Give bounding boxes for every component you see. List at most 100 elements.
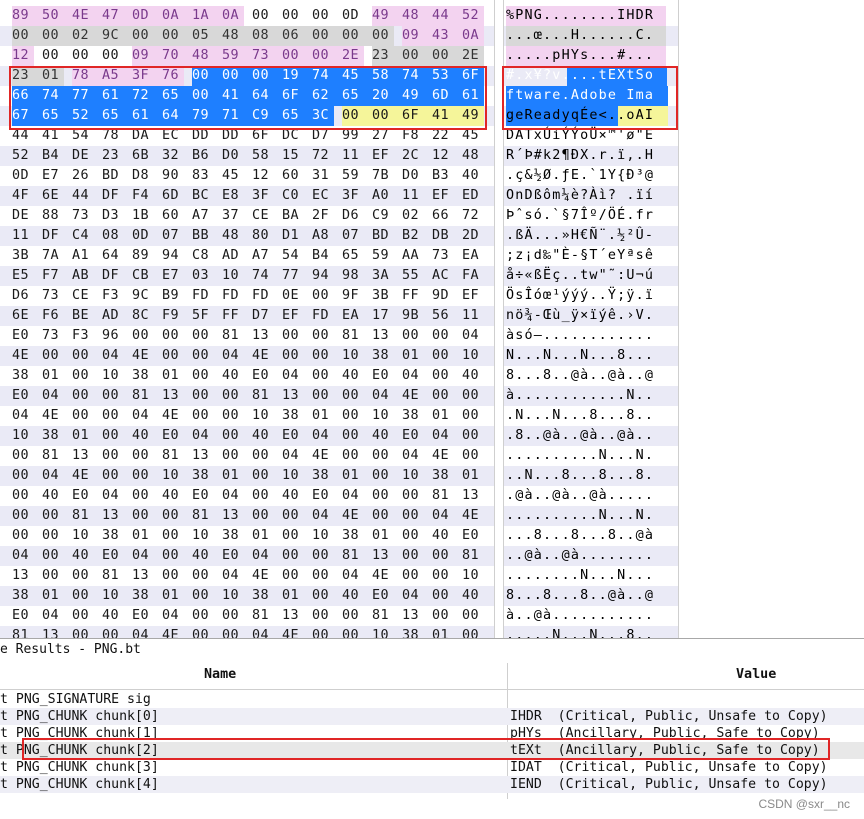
hex-byte[interactable]: 66 bbox=[432, 206, 454, 226]
hex-byte[interactable]: 38 bbox=[222, 526, 244, 546]
hex-byte[interactable]: 81 bbox=[432, 486, 454, 506]
hex-byte[interactable]: 00 bbox=[162, 346, 184, 366]
hex-byte[interactable]: 00 bbox=[432, 546, 454, 566]
hex-byte[interactable]: 0D bbox=[12, 166, 34, 186]
hex-byte[interactable]: 4E bbox=[252, 346, 274, 366]
hex-byte[interactable]: 4E bbox=[12, 346, 34, 366]
hex-byte[interactable]: BA bbox=[282, 206, 304, 226]
hex-byte[interactable]: 40 bbox=[192, 546, 214, 566]
hex-byte[interactable]: 13 bbox=[372, 546, 394, 566]
hex-byte[interactable]: 00 bbox=[132, 466, 154, 486]
hex-byte[interactable]: 38 bbox=[432, 466, 454, 486]
hex-byte[interactable]: 00 bbox=[282, 546, 304, 566]
hex-byte[interactable]: FD bbox=[222, 286, 244, 306]
hex-byte[interactable]: BD bbox=[102, 166, 124, 186]
hex-byte[interactable]: 4E bbox=[162, 626, 184, 638]
hex-byte[interactable]: 00 bbox=[132, 26, 162, 46]
hex-byte[interactable]: 00 bbox=[132, 326, 154, 346]
hex-byte[interactable]: D0 bbox=[222, 146, 244, 166]
ascii-text[interactable]: à............N.. bbox=[506, 386, 654, 406]
hex-byte[interactable]: 81 bbox=[42, 446, 64, 466]
hex-byte[interactable]: D8 bbox=[132, 166, 154, 186]
ascii-text[interactable]: OnDßôm¼è?Àì? .ïí bbox=[506, 186, 654, 206]
hex-byte[interactable]: 10 bbox=[72, 526, 94, 546]
hex-byte[interactable]: 7B bbox=[372, 166, 394, 186]
hex-byte[interactable]: E0 bbox=[72, 486, 94, 506]
hex-byte[interactable]: 00 bbox=[222, 406, 244, 426]
hex-byte[interactable]: 00 bbox=[312, 286, 334, 306]
hex-byte[interactable]: 59 bbox=[342, 166, 364, 186]
hex-byte[interactable]: 00 bbox=[162, 526, 184, 546]
hex-byte[interactable]: 00 bbox=[132, 446, 154, 466]
hex-byte[interactable]: 73 bbox=[252, 46, 282, 66]
hex-byte[interactable]: 48 bbox=[462, 146, 484, 166]
hex-byte[interactable]: 00 bbox=[402, 566, 424, 586]
hex-byte[interactable]: 0D bbox=[342, 6, 364, 26]
hex-byte[interactable]: 01 bbox=[42, 586, 64, 606]
hex-byte[interactable]: DB bbox=[432, 226, 454, 246]
hex-byte[interactable]: 77 bbox=[282, 266, 304, 286]
hex-byte[interactable]: 0A bbox=[462, 26, 484, 46]
hex-byte[interactable]: AD bbox=[102, 306, 124, 326]
hex-byte[interactable]: 81 bbox=[72, 506, 94, 526]
hex-byte[interactable]: 58 bbox=[252, 146, 274, 166]
ascii-text[interactable]: Þˆsó.`§7Îº/ÖÉ.fr bbox=[506, 206, 654, 226]
hex-byte[interactable]: 40 bbox=[462, 166, 484, 186]
hex-byte[interactable]: 10 bbox=[312, 526, 334, 546]
hex-byte[interactable]: D3 bbox=[102, 206, 124, 226]
hex-byte[interactable]: 00 bbox=[282, 46, 312, 66]
hex-byte[interactable]: 10 bbox=[342, 346, 364, 366]
hex-byte[interactable]: 55 bbox=[402, 266, 424, 286]
hex-byte[interactable]: 00 bbox=[432, 606, 454, 626]
hex-byte[interactable]: 4E bbox=[312, 446, 334, 466]
hex-byte[interactable]: E0 bbox=[192, 486, 214, 506]
hex-byte[interactable]: 40 bbox=[162, 486, 184, 506]
hex-byte[interactable]: 00 bbox=[42, 566, 64, 586]
hex-byte[interactable]: 00 bbox=[312, 346, 334, 366]
hex-byte[interactable]: 10 bbox=[192, 526, 214, 546]
hex-byte[interactable]: 00 bbox=[342, 446, 364, 466]
hex-byte[interactable]: 47 bbox=[102, 6, 132, 26]
hex-byte[interactable]: A1 bbox=[72, 246, 94, 266]
hex-byte[interactable]: 00 bbox=[402, 546, 424, 566]
hex-byte[interactable]: 01 bbox=[132, 526, 154, 546]
hex-byte[interactable]: 40 bbox=[102, 606, 124, 626]
hex-byte[interactable]: AD bbox=[222, 246, 244, 266]
hex-byte[interactable]: 00 bbox=[192, 606, 214, 626]
hex-editor-pane[interactable]: 89 50 4E 47 0D 0A 1A 0A 00 00 00 0D 49 48 44 52 %PNG....… bbox=[0, 0, 864, 638]
hex-byte[interactable]: 13 bbox=[252, 326, 274, 346]
hex-byte[interactable]: 00 bbox=[312, 566, 334, 586]
hex-byte[interactable]: 00 bbox=[222, 386, 244, 406]
hex-byte[interactable]: 08 bbox=[102, 226, 124, 246]
hex-byte[interactable]: 04 bbox=[402, 446, 424, 466]
hex-byte[interactable]: 4F bbox=[12, 186, 34, 206]
hex-byte[interactable]: 17 bbox=[372, 306, 394, 326]
hex-byte[interactable]: 00 bbox=[372, 486, 394, 506]
ascii-text[interactable]: .8..@à..@à..@à.. bbox=[506, 426, 654, 446]
hex-byte[interactable]: 01 bbox=[432, 626, 454, 638]
hex-byte[interactable]: FD bbox=[312, 306, 334, 326]
hex-byte[interactable]: 13 bbox=[12, 566, 34, 586]
hex-byte[interactable]: CE bbox=[252, 206, 274, 226]
hex-byte[interactable]: 38 bbox=[42, 426, 64, 446]
hex-byte[interactable]: 04 bbox=[132, 546, 154, 566]
hex-byte[interactable]: A0 bbox=[372, 186, 394, 206]
hex-byte[interactable]: 00 bbox=[312, 626, 334, 638]
hex-byte[interactable]: 00 bbox=[102, 626, 124, 638]
hex-byte[interactable]: 60 bbox=[282, 166, 304, 186]
hex-byte[interactable]: 60 bbox=[162, 206, 184, 226]
hex-byte[interactable]: 00 bbox=[42, 526, 64, 546]
hex-byte[interactable]: D6 bbox=[12, 286, 34, 306]
ascii-text[interactable]: 8...8..@à..@à..@ bbox=[506, 366, 654, 386]
hex-byte[interactable]: 38 bbox=[12, 586, 34, 606]
hex-byte[interactable]: 04 bbox=[192, 426, 214, 446]
hex-byte[interactable]: 02 bbox=[402, 206, 424, 226]
hex-byte[interactable]: E0 bbox=[12, 326, 34, 346]
hex-byte[interactable]: 00 bbox=[72, 586, 94, 606]
hex-byte[interactable]: 07 bbox=[162, 226, 184, 246]
hex-byte[interactable]: 08 bbox=[252, 26, 282, 46]
hex-byte[interactable]: 40 bbox=[462, 586, 484, 606]
hex-byte[interactable]: 49 bbox=[372, 6, 402, 26]
hex-byte[interactable]: 00 bbox=[102, 446, 124, 466]
hex-byte[interactable]: 10 bbox=[12, 426, 34, 446]
